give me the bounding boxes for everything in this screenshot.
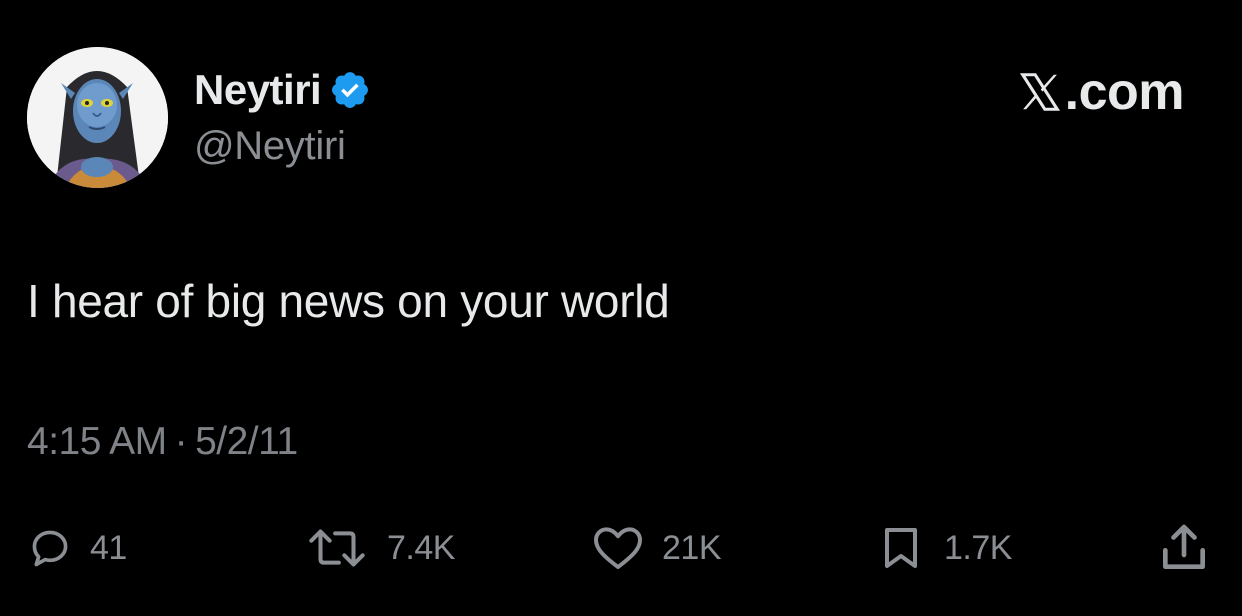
meta-separator: ·: [174, 420, 188, 463]
reply-count: 41: [90, 528, 127, 567]
brand-logo: .com: [1017, 62, 1185, 122]
like-count: 21K: [662, 528, 722, 567]
x-logo-icon: [1019, 73, 1060, 111]
tweet-metadata: 4:15 AM · 5/2/11: [27, 420, 298, 464]
author-name-row[interactable]: Neytiri: [194, 62, 371, 118]
share-button[interactable]: [1156, 518, 1212, 578]
avatar[interactable]: [27, 47, 168, 188]
heart-icon: [594, 527, 642, 569]
tweet-card: Neytiri @Neytiri .com I hear of big news…: [0, 0, 1242, 616]
avatar-image: [27, 47, 168, 188]
bookmark-button[interactable]: 1.7K: [876, 518, 1012, 578]
tweet-date[interactable]: 5/2/11: [195, 420, 298, 463]
reply-button[interactable]: 41: [28, 518, 127, 578]
tweet-text: I hear of big news on your world: [27, 275, 670, 327]
bookmark-count: 1.7K: [944, 528, 1012, 567]
retweet-icon: [309, 529, 365, 567]
brand-domain: .com: [1064, 63, 1185, 121]
reply-icon: [32, 530, 68, 567]
tweet-time[interactable]: 4:15 AM: [27, 420, 167, 463]
share-icon: [1163, 524, 1205, 569]
action-bar: 41 7.4K 21K 1.7K: [0, 518, 1242, 578]
author-display-name[interactable]: Neytiri: [194, 66, 322, 114]
verified-badge-icon: [329, 69, 371, 111]
bookmark-icon: [885, 528, 917, 568]
like-button[interactable]: 21K: [592, 518, 722, 578]
retweet-count: 7.4K: [387, 528, 455, 567]
author-handle[interactable]: @Neytiri: [194, 124, 346, 169]
retweet-button[interactable]: 7.4K: [305, 518, 455, 578]
